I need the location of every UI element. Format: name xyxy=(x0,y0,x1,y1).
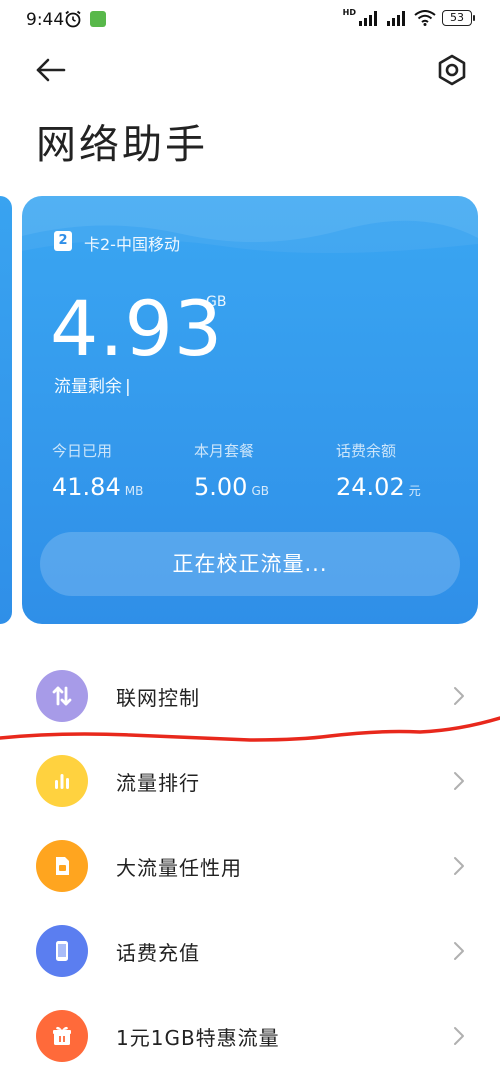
sim-card-icon: 2 xyxy=(54,231,72,251)
chevron-right-icon xyxy=(454,1027,464,1045)
menu-item-network-control[interactable]: 联网控制 xyxy=(0,650,500,735)
menu-label: 1元1GB特惠流量 xyxy=(116,1026,280,1050)
menu-item-traffic-ranking[interactable]: 流量排行 xyxy=(0,735,500,820)
stat-unit: MB xyxy=(124,484,144,498)
signal-icon xyxy=(387,11,405,26)
stat-number: 5.00 xyxy=(194,473,248,501)
chevron-right-icon xyxy=(454,942,464,960)
sim-label: 卡2-中国移动 xyxy=(84,235,180,254)
status-time: 9:44 xyxy=(26,10,65,30)
status-bar: 9:44 HD 53 xyxy=(0,0,500,40)
menu-label: 大流量任性用 xyxy=(116,856,242,880)
network-control-icon xyxy=(36,670,88,722)
menu-list: 联网控制 流量排行 大流量任性用 话费充值 1元1GB特惠流量 xyxy=(0,650,500,1069)
signal-icon xyxy=(359,11,377,26)
stat-balance: 话费余额 24.02 元 xyxy=(336,440,421,501)
stat-value: 24.02 元 xyxy=(336,473,421,501)
chevron-right-icon xyxy=(454,857,464,875)
previous-card-peek[interactable] xyxy=(0,196,12,624)
stat-label: 今日已用 xyxy=(52,442,113,460)
gift-icon xyxy=(36,1010,88,1062)
bar-chart-icon xyxy=(36,755,88,807)
stat-label: 话费余额 xyxy=(336,442,397,460)
status-indicators: HD 53 xyxy=(342,7,475,26)
remaining-data-label: 流量剩余 | xyxy=(54,372,131,397)
stat-monthly-plan: 本月套餐 5.00 GB xyxy=(194,440,269,501)
phone-icon xyxy=(36,925,88,977)
back-arrow-icon[interactable] xyxy=(30,52,70,88)
menu-item-special-offer[interactable]: 1元1GB特惠流量 xyxy=(0,990,500,1069)
stat-value: 41.84 MB xyxy=(52,473,143,501)
menu-label: 话费充值 xyxy=(116,941,200,965)
menu-label: 联网控制 xyxy=(116,686,200,710)
gear-icon[interactable] xyxy=(434,52,470,88)
chevron-right-icon xyxy=(454,772,464,790)
stat-unit: 元 xyxy=(408,484,421,498)
battery-level: 53 xyxy=(450,11,464,24)
data-usage-card[interactable]: 2 卡2-中国移动 4.93 GB 流量剩余 | 今日已用 41.84 MB 本月套… xyxy=(22,196,478,624)
remaining-data-value: 4.93 xyxy=(50,284,224,373)
stat-today-used: 今日已用 41.84 MB xyxy=(52,440,143,501)
menu-item-phone-recharge[interactable]: 话费充值 xyxy=(0,905,500,990)
app-notification-icon xyxy=(90,11,106,27)
remaining-label-text: 流量剩余 xyxy=(54,377,122,397)
chevron-right-icon xyxy=(454,687,464,705)
network-assistant-screen: 9:44 HD 53 网络助手 2 卡2-中国移动 4.93 GB 流量剩余 |… xyxy=(0,0,500,1069)
battery-icon: 53 xyxy=(442,10,475,26)
wifi-icon xyxy=(414,10,436,26)
sim-card-icon xyxy=(36,840,88,892)
menu-item-big-data-plan[interactable]: 大流量任性用 xyxy=(0,820,500,905)
stat-label: 本月套餐 xyxy=(194,442,255,460)
stat-number: 41.84 xyxy=(52,473,121,501)
remaining-data-unit: GB xyxy=(206,294,227,310)
stat-value: 5.00 GB xyxy=(194,473,269,501)
calibrate-traffic-button[interactable]: 正在校正流量... xyxy=(40,532,460,596)
alarm-icon xyxy=(65,10,81,28)
stat-number: 24.02 xyxy=(336,473,405,501)
menu-label: 流量排行 xyxy=(116,771,200,795)
hd-label: HD xyxy=(342,7,356,17)
page-title: 网络助手 xyxy=(36,122,208,168)
text-cursor: | xyxy=(125,377,131,397)
stat-unit: GB xyxy=(251,484,269,498)
